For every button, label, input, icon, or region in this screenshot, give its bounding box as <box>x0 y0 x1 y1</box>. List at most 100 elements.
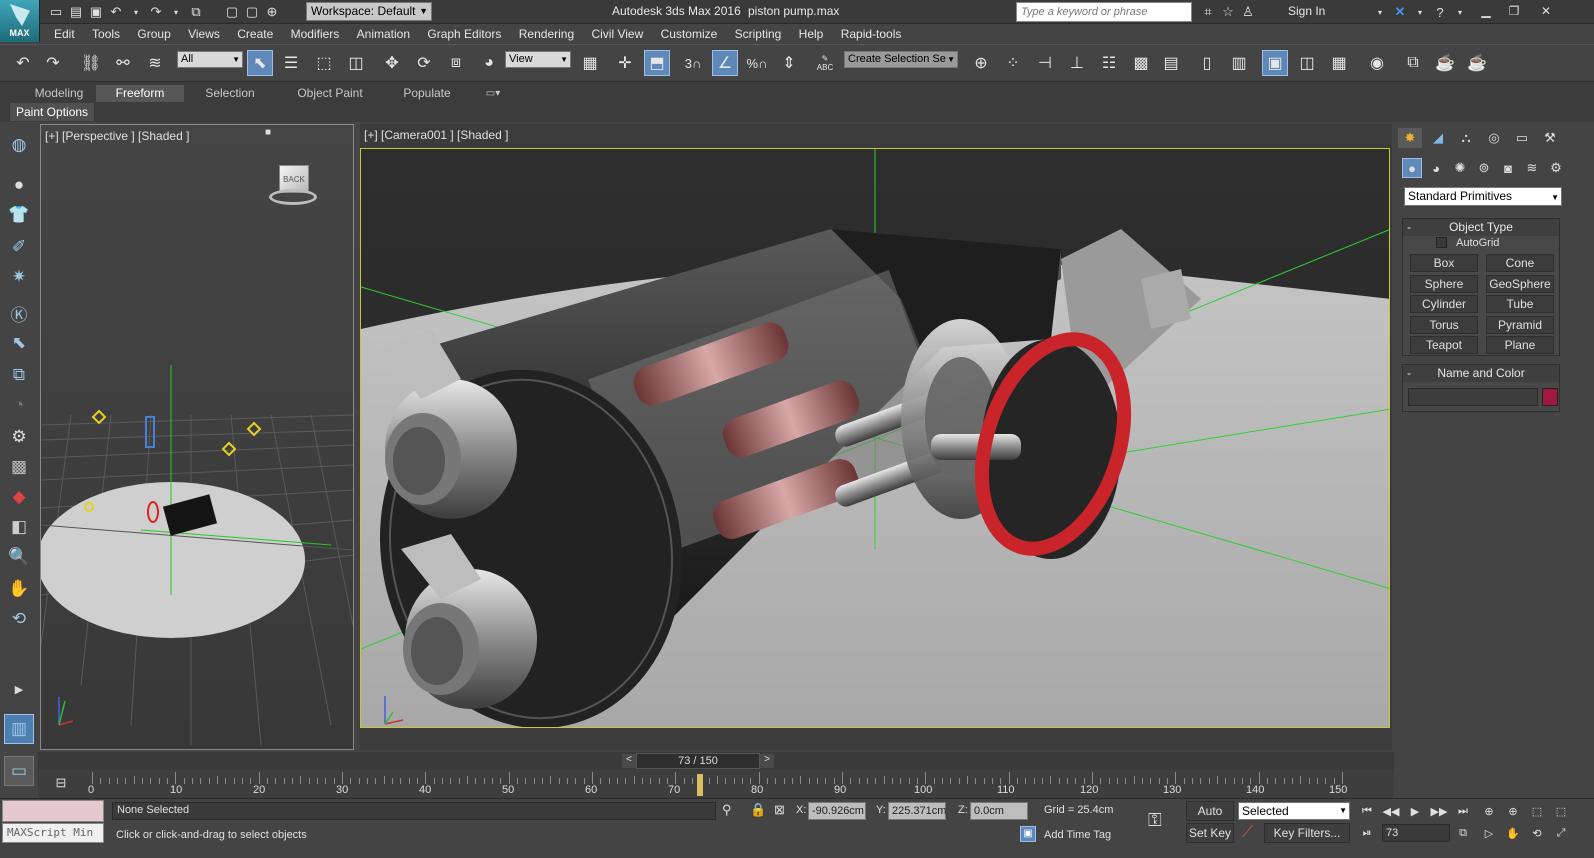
object-type-header[interactable]: - Object Type <box>1403 219 1559 236</box>
globe-icon[interactable]: ◍ <box>6 132 32 158</box>
menu-group[interactable]: Group <box>137 24 170 44</box>
material-editor-icon[interactable]: ◫ <box>1294 50 1320 76</box>
teapot-button[interactable]: Teapot <box>1410 336 1478 354</box>
align-icon[interactable]: ⊥ <box>1064 50 1090 76</box>
plane-button[interactable]: Plane <box>1486 336 1554 354</box>
play-icon[interactable]: ▶ <box>1404 801 1426 821</box>
current-time-marker[interactable] <box>697 774 703 796</box>
viewport-layout-icon[interactable]: ▥ <box>4 714 34 744</box>
move-icon[interactable]: ✥ <box>379 50 405 76</box>
redo-icon[interactable]: ↷ <box>146 2 166 22</box>
key-filters-button[interactable]: Key Filters... <box>1264 823 1350 843</box>
helpers-icon[interactable]: ◙ <box>1498 158 1518 178</box>
schematic-view-icon[interactable]: ▣ <box>1262 50 1288 76</box>
x-coord-field[interactable]: -90.926cm <box>808 802 866 820</box>
zoom-all-icon[interactable]: ⊕ <box>1502 801 1524 821</box>
user-icon[interactable]: ♙ <box>1238 2 1258 22</box>
keyboard-shortcut-override-icon[interactable]: ⬒ <box>644 50 670 76</box>
edit-named-selection-icon[interactable]: ✎ ABC <box>812 50 838 76</box>
workspace-dropdown[interactable]: Workspace: Default ▼ <box>306 2 432 21</box>
track-bar[interactable] <box>38 770 1394 798</box>
modify-tab-icon[interactable]: ◢ <box>1426 128 1450 148</box>
light-helper[interactable] <box>91 409 107 425</box>
cameras-icon[interactable]: ⊚ <box>1474 158 1494 178</box>
menu-edit[interactable]: Edit <box>54 24 75 44</box>
menu-customize[interactable]: Customize <box>661 24 718 44</box>
next-frame-icon[interactable]: ▶▶ <box>1428 801 1450 821</box>
viewport-camera[interactable]: [+] [Camera001 ] [Shaded ] <box>360 124 1392 750</box>
menu-modifiers[interactable]: Modifiers <box>291 24 340 44</box>
geosphere-button[interactable]: GeoSphere <box>1486 275 1554 293</box>
zoom-viewport-icon[interactable]: ⊕ <box>1478 801 1500 821</box>
viewport-single-icon[interactable]: ▭ <box>4 756 34 786</box>
viewcube-ring[interactable] <box>269 189 317 205</box>
render-setup-icon[interactable]: ▦ <box>1326 50 1352 76</box>
utilities-tab-icon[interactable]: ⚒ <box>1538 128 1562 148</box>
select-by-name-icon[interactable]: ☰ <box>278 50 304 76</box>
undo-icon[interactable]: ↶ <box>106 2 126 22</box>
z-coord-field[interactable]: 0.0cm <box>970 802 1028 820</box>
angle-snap-icon[interactable]: ∠ <box>712 50 738 76</box>
prev-frame-icon[interactable]: < <box>622 754 636 768</box>
scene-explorer-icon[interactable]: ▤ <box>1158 50 1184 76</box>
curve-editor-icon[interactable]: ▥ <box>1226 50 1252 76</box>
key-mode-dropdown[interactable]: Selected ▼ <box>1238 802 1350 820</box>
pivot-center-icon[interactable]: ▦ <box>577 50 603 76</box>
y-coord-field[interactable]: 225.371cm <box>888 802 946 820</box>
safe-frame[interactable] <box>360 148 1390 728</box>
go-to-start-icon[interactable]: ⏮ <box>1356 801 1378 821</box>
time-slider-thumb[interactable]: 73 / 150 <box>636 753 760 769</box>
search-input[interactable]: Type a keyword or phrase <box>1016 2 1192 22</box>
snaps-toggle-icon[interactable]: 3 ∩ <box>680 50 706 76</box>
cloth-icon[interactable]: 👕 <box>6 202 32 228</box>
chevron-down-icon[interactable]: ▾ <box>1450 2 1470 22</box>
gizmo-icon[interactable]: ⊕ <box>262 2 282 22</box>
viewcube[interactable]: BACK <box>269 165 317 209</box>
redo-icon[interactable]: ↷ <box>40 50 66 76</box>
auto-key-button[interactable]: Auto Key <box>1186 801 1234 836</box>
play-tool-icon[interactable]: ◧ <box>6 514 32 540</box>
save-file-icon[interactable]: ▣ <box>86 2 106 22</box>
shapes-icon[interactable]: ◕ <box>1426 158 1446 178</box>
tool-edit-icon[interactable]: ⧉ <box>6 362 32 388</box>
select-manipulate-icon[interactable]: ✛ <box>612 50 638 76</box>
render-frame-icon[interactable]: ◉ <box>1364 50 1390 76</box>
menu-animation[interactable]: Animation <box>357 24 410 44</box>
previous-frame-icon[interactable]: ◀◀ <box>1380 801 1402 821</box>
snap-points-icon[interactable]: ⁘ <box>1000 50 1026 76</box>
named-selection-set-dropdown[interactable]: Create Selection Se ▼ <box>844 51 958 68</box>
cube-icon[interactable]: ◆ <box>6 484 32 510</box>
project-folder-icon[interactable]: ⧉ <box>186 2 206 22</box>
app-menu-button[interactable]: MAX <box>0 0 40 42</box>
redo-dropdown-icon[interactable]: ▾ <box>166 2 186 22</box>
percent-snap-icon[interactable]: % ∩ <box>744 50 770 76</box>
key-icon[interactable]: ⚿ <box>1148 810 1162 831</box>
zoom-extents-all-icon[interactable]: ⬚ <box>1550 801 1572 821</box>
tab-freeform[interactable]: Freeform <box>96 85 184 102</box>
particle-icon[interactable]: ✷ <box>6 264 32 290</box>
orbit-view-icon[interactable]: ⟲ <box>1526 823 1548 843</box>
menu-scripting[interactable]: Scripting <box>735 24 782 44</box>
maximize-viewport-icon[interactable]: ⤢ <box>1550 823 1572 843</box>
box-button[interactable]: Box <box>1410 254 1478 272</box>
favorites-star-icon[interactable]: ☆ <box>1218 2 1238 22</box>
autogrid-checkbox[interactable] <box>1436 237 1447 248</box>
place-icon[interactable]: ◕ <box>476 50 502 76</box>
light-helper[interactable] <box>221 441 237 457</box>
hierarchy-tab-icon[interactable]: ⛬ <box>1454 128 1478 148</box>
set-key-button[interactable]: Set Key <box>1186 823 1234 843</box>
tab-object-paint[interactable]: Object Paint <box>284 85 376 102</box>
binoculars-icon[interactable]: ⌗ <box>1198 2 1218 22</box>
primitive-type-dropdown[interactable]: Standard Primitives ▼ <box>1404 187 1562 206</box>
tool-head-icon[interactable]: ◔ <box>6 392 32 418</box>
new-scene-icon[interactable]: ▭ <box>46 2 66 22</box>
cone-button[interactable]: Cone <box>1486 254 1554 272</box>
viewport-perspective[interactable]: [+] [Perspective ] [Shaded ] ■ BACK <box>40 124 354 750</box>
sign-in-link[interactable]: Sign In <box>1288 4 1325 18</box>
isolate-selection-icon[interactable]: ⚲ <box>722 802 732 818</box>
exchange-x-icon[interactable]: ✕ <box>1390 2 1410 22</box>
track-bar-menu-icon[interactable]: ⊟ <box>46 772 76 794</box>
help-icon[interactable]: ? <box>1430 2 1450 22</box>
mirror-icon[interactable]: ⊣ <box>1032 50 1058 76</box>
sphere-icon[interactable]: ● <box>6 172 32 198</box>
